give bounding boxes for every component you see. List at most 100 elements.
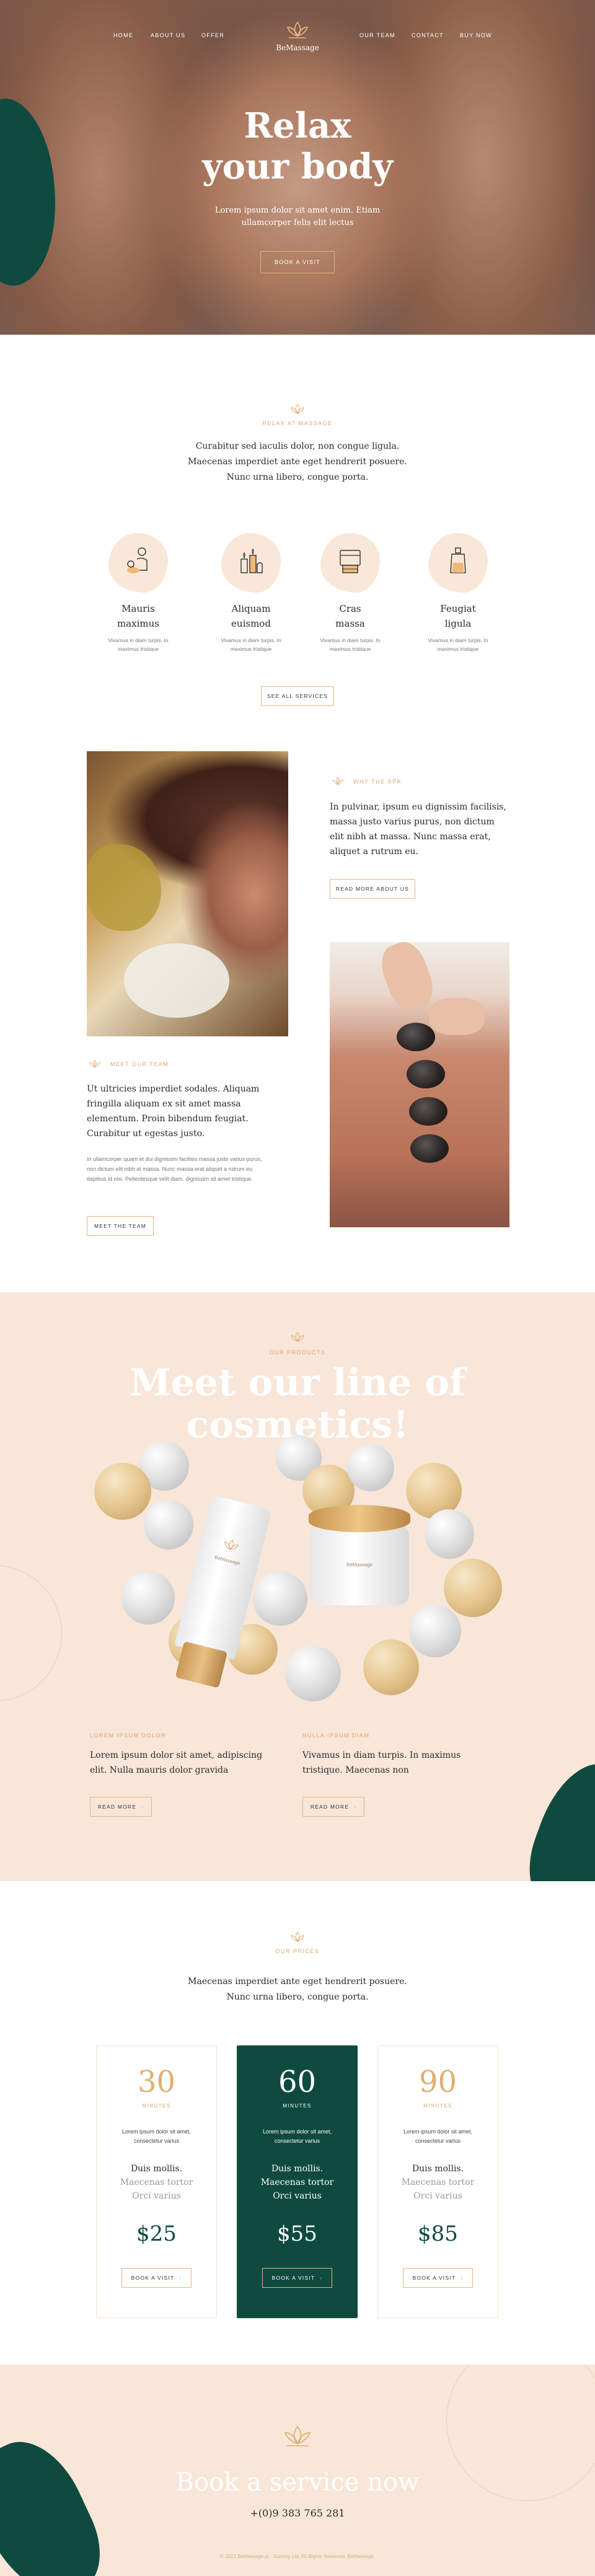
card-feature: Maecenas tortor — [260, 2177, 334, 2187]
service-desc: Vivamus in diam turpis. In — [221, 637, 281, 643]
team-label-row: Meet our team — [87, 1059, 169, 1070]
product-label: BeMassage — [346, 1562, 373, 1568]
lotus-icon — [224, 1539, 239, 1550]
hand-decoration — [375, 942, 439, 1016]
lotus-icon — [284, 2425, 311, 2446]
nav-item-team[interactable]: Our team — [359, 32, 395, 38]
nav-item-about[interactable]: About us — [151, 32, 185, 38]
service-item[interactable]: Feugiat ligula Vivamus in diam turpis. In… — [412, 533, 505, 653]
card-desc: Lorem ipsum dolor sit amet, consectetur … — [262, 2128, 332, 2144]
card-feature: Duis mollis. — [271, 2164, 324, 2174]
cosmetics-icon — [340, 550, 361, 573]
cosmetics-right-label: Nulla ipsum diam — [302, 1732, 370, 1739]
card-feature: Orci varius — [413, 2191, 462, 2201]
cosmetics-left-read-more-button[interactable]: Read more › — [90, 1797, 152, 1817]
cosmetics-left-text: Lorem ipsum dolor sit amet, adipiscing e… — [90, 1750, 263, 1775]
pricing-intro-line: Nunc urna libero, congue porta. — [226, 1992, 369, 2002]
about-label: Why the spa — [353, 779, 402, 785]
decorative-ball — [409, 1605, 461, 1657]
oil-bottle-icon — [450, 547, 466, 573]
card-feature: Duis mollis. — [130, 2164, 183, 2174]
decorative-ball — [94, 1463, 151, 1520]
team-label: Meet our team — [110, 1061, 169, 1067]
services-label: Relax at Massage — [262, 420, 333, 426]
service-title: massa — [335, 618, 365, 629]
lotus-icon — [290, 1331, 305, 1342]
cosmetics-right-read-more-button[interactable]: Read more › — [302, 1797, 364, 1817]
decorative-ball — [121, 1571, 175, 1625]
cosmetics-title: Meet our line of cosmetics! — [0, 1362, 595, 1446]
book-visit-label: BOOK A VISIT — [412, 2275, 456, 2281]
service-desc: maximus tristique — [230, 646, 272, 652]
card-features: Duis mollis. Maecenas tortor Orci varius — [237, 2162, 357, 2203]
lotus-icon — [332, 777, 343, 785]
card-minutes: 90 — [418, 2065, 457, 2099]
hero-book-button[interactable]: Book a visit — [260, 251, 335, 273]
card-desc: Lorem ipsum dolor sit amet, consectetur … — [121, 2128, 192, 2144]
footer-copyright: © 2021 BeMassage.io · Dummy Ltd. All Rig… — [219, 2554, 375, 2559]
cosmetics-section: Our products Meet our line of cosmetics!… — [0, 1292, 595, 1881]
see-all-services-button[interactable]: See all services — [261, 686, 334, 706]
nav-item-buy[interactable]: Buy now — [460, 32, 492, 38]
logo[interactable]: BeMassage — [267, 20, 328, 53]
decorative-ball — [253, 1571, 307, 1626]
service-title: Mauris — [121, 603, 155, 614]
card-minutes: 30 — [137, 2065, 176, 2099]
footer-phone[interactable]: +(0)9 383 765 281 — [0, 2507, 595, 2519]
hand-decoration — [429, 998, 485, 1035]
footer-section: Book a service now +(0)9 383 765 281 © 2… — [0, 2365, 595, 2576]
pricing-intro-line: Maecenas imperdiet ante eget hendrerit p… — [188, 1977, 407, 1987]
card-price: $25 — [136, 2221, 177, 2246]
service-title: Feugiat — [440, 603, 476, 614]
service-icon-blob — [428, 533, 488, 593]
spa-woman-photo — [87, 751, 288, 1036]
hero-subtitle: Lorem ipsum dolor sit amet enim. Etiam u… — [214, 206, 381, 227]
chevron-right-icon: › — [320, 2275, 323, 2281]
meet-the-team-button[interactable]: Meet the team — [87, 1216, 154, 1236]
card-feature: Maecenas tortor — [120, 2177, 193, 2187]
nav-item-contact[interactable]: Contact — [412, 32, 444, 38]
services-intro-line: Maecenas imperdiet ante eget hendrerit p… — [188, 457, 407, 467]
read-more-label: Read more — [310, 1804, 350, 1810]
service-item[interactable]: Cras massa Vivamus in diam turpis. In maxi… — [304, 533, 397, 653]
service-desc: Vivamus in diam turpis. In — [108, 637, 169, 643]
jar-lid — [309, 1505, 410, 1532]
card-feature: Orci varius — [273, 2191, 322, 2201]
services-intro-line: Curabitur sed iaculis dolor, non congue … — [195, 441, 400, 451]
service-desc: Vivamus in diam turpis. In — [320, 637, 381, 643]
read-more-label: Read more — [97, 1804, 137, 1810]
lotus-icon — [287, 21, 308, 38]
price-card-60: 60 MINUTES Lorem ipsum dolor sit amet, c… — [237, 2045, 358, 2318]
service-icon-blob — [108, 533, 168, 593]
hero-section: Home About us Offer BeMassage Our team C… — [0, 0, 595, 335]
card-unit: MINUTES — [142, 2103, 171, 2109]
decorative-ball — [444, 1559, 502, 1617]
book-visit-button[interactable]: BOOK A VISIT › — [403, 2268, 473, 2288]
service-item[interactable]: Mauris maximus Vivamus in diam turpis. In… — [92, 533, 185, 653]
pricing-intro: Maecenas imperdiet ante eget hendrerit p… — [0, 1974, 595, 2005]
hero-title-line-1: Relax — [244, 105, 351, 146]
team-small-text: In ullamcorper quam et dui dignissim fac… — [87, 1156, 262, 1182]
price-card-90: 90 MINUTES Lorem ipsum dolor sit amet, c… — [377, 2045, 498, 2318]
cosmetics-title-line-1: Meet our line of — [130, 1361, 465, 1405]
about-text: In pulvinar, ipsum eu dignissim facilisi… — [330, 802, 506, 857]
service-desc: maximus tristique — [117, 646, 159, 652]
services-intro-line: Nunc urna libero, congue porta. — [226, 472, 369, 482]
nav-item-offer[interactable]: Offer — [201, 32, 224, 38]
card-price: $55 — [277, 2221, 317, 2246]
tube-cap — [175, 1641, 228, 1688]
about-label-row: Why the spa — [330, 776, 402, 787]
card-feature: Duis mollis. — [412, 2164, 464, 2174]
chevron-right-icon: › — [179, 2275, 182, 2281]
book-visit-button[interactable]: BOOK A VISIT › — [121, 2268, 192, 2288]
team-text: Ut ultricies imperdiet sodales. Aliquam … — [87, 1084, 260, 1139]
read-more-about-button[interactable]: Read more about us — [330, 879, 415, 899]
service-item[interactable]: Aliquam euismod Vivamus in diam turpis. I… — [205, 533, 298, 653]
decorative-ball — [363, 1639, 419, 1695]
cosmetics-left-label: Lorem ipsum dolor — [90, 1732, 167, 1739]
card-feature: Maecenas tortor — [401, 2177, 475, 2187]
nav-item-home[interactable]: Home — [113, 32, 133, 38]
book-visit-button[interactable]: BOOK A VISIT › — [262, 2268, 332, 2288]
services-intro: Curabitur sed iaculis dolor, non congue … — [0, 439, 595, 485]
lotus-icon — [89, 1059, 100, 1068]
